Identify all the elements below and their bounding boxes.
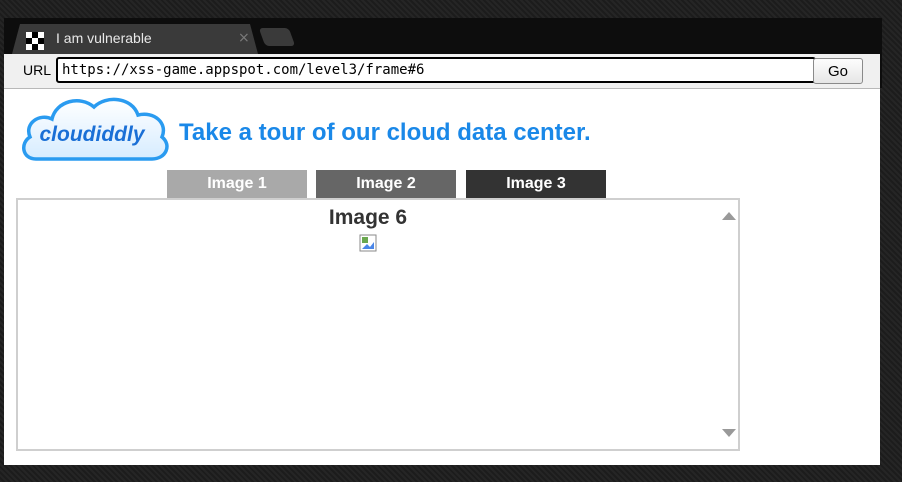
favicon-icon <box>26 32 44 50</box>
tab-title: I am vulnerable <box>56 30 152 46</box>
page-headline: Take a tour of our cloud data center. <box>179 119 591 146</box>
broken-image-icon <box>359 234 377 252</box>
url-label: URL <box>23 62 52 78</box>
cloudiddly-logo: cloudiddly <box>22 97 169 161</box>
tab-image-3[interactable]: Image 3 <box>466 170 606 198</box>
go-button[interactable]: Go <box>813 58 863 84</box>
url-input[interactable] <box>56 57 816 83</box>
page-content: cloudiddly Take a tour of our cloud data… <box>4 89 880 465</box>
tab-image-2[interactable]: Image 2 <box>316 170 456 198</box>
scroll-up-arrow-icon[interactable] <box>722 212 736 220</box>
close-tab-icon[interactable]: × <box>238 30 250 46</box>
viewer-scrollbar[interactable] <box>718 200 738 449</box>
svg-text:cloudiddly: cloudiddly <box>40 123 146 146</box>
tab-image-1[interactable]: Image 1 <box>167 170 307 198</box>
scroll-down-arrow-icon[interactable] <box>722 429 736 437</box>
image-viewer-frame: Image 6 <box>16 198 740 451</box>
viewer-title: Image 6 <box>328 206 408 229</box>
url-bar: URL Go <box>4 54 880 89</box>
browser-tab[interactable]: I am vulnerable × <box>12 24 258 54</box>
new-tab-button[interactable] <box>258 28 296 46</box>
